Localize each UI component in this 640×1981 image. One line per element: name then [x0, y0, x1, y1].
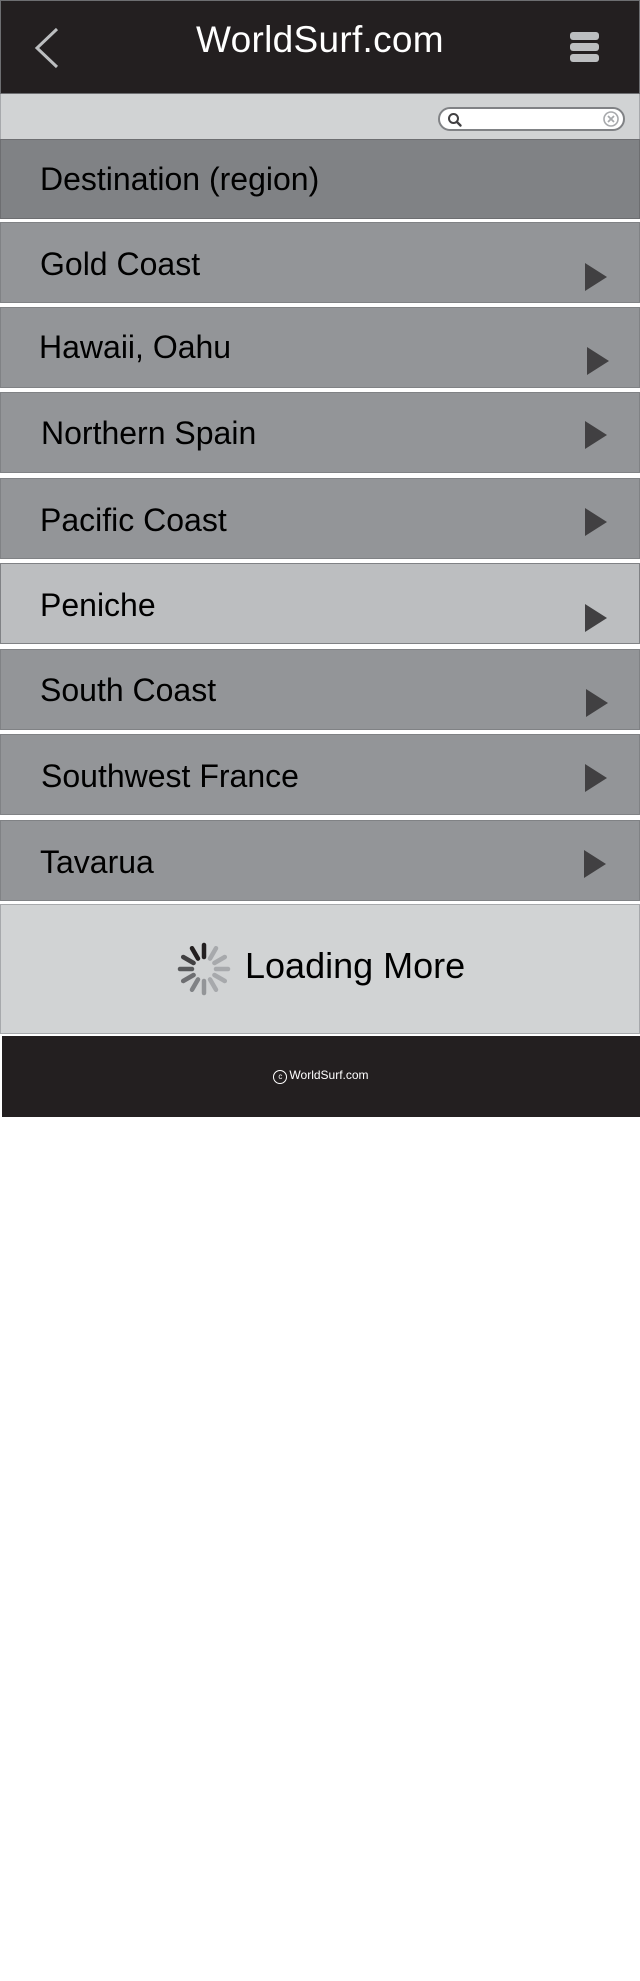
search-icon — [448, 113, 462, 127]
play-arrow-icon — [585, 764, 607, 792]
loading-more-row[interactable]: Loading More — [0, 904, 640, 1034]
search-input[interactable] — [466, 110, 594, 128]
search-box[interactable] — [438, 107, 625, 131]
list-item-peniche[interactable]: Peniche — [0, 563, 640, 644]
list-item-label: Pacific Coast — [40, 502, 227, 538]
list-header-label: Destination (region) — [40, 161, 320, 197]
list-item-label: Tavarua — [40, 844, 154, 880]
app-title: WorldSurf.com — [196, 19, 444, 60]
list-item-south-coast[interactable]: South Coast — [0, 649, 640, 730]
list-item-label: Peniche — [40, 587, 156, 623]
app-footer: c WorldSurf.com — [2, 1036, 640, 1117]
list-item-label: Gold Coast — [40, 246, 201, 282]
footer-site-name: WorldSurf.com — [289, 1068, 369, 1082]
list-item-southwest-france[interactable]: Southwest France — [0, 734, 640, 815]
list-item-gold-coast[interactable]: Gold Coast — [0, 222, 640, 303]
list-item-label: Southwest France — [41, 758, 299, 794]
menu-button[interactable] — [569, 29, 601, 65]
spinner-icon — [177, 942, 231, 996]
clear-icon[interactable] — [602, 110, 620, 128]
play-arrow-icon — [585, 421, 607, 449]
play-arrow-icon — [586, 689, 608, 717]
list-item-label: South Coast — [40, 672, 217, 708]
play-arrow-icon — [585, 508, 607, 536]
loading-more-label: Loading More — [245, 945, 466, 986]
app-header: WorldSurf.com — [0, 0, 640, 94]
play-arrow-icon — [585, 263, 607, 291]
list-item-hawaii-oahu[interactable]: Hawaii, Oahu — [0, 307, 640, 388]
play-arrow-icon — [585, 604, 607, 632]
footer-copyright: c WorldSurf.com — [2, 1068, 640, 1084]
list-item-label: Northern Spain — [41, 415, 257, 451]
search-toolbar — [0, 94, 640, 139]
list-item-pacific-coast[interactable]: Pacific Coast — [0, 478, 640, 559]
list-header: Destination (region) — [0, 139, 640, 219]
play-arrow-icon — [584, 850, 606, 878]
hamburger-menu-icon — [570, 32, 599, 62]
list-item-northern-spain[interactable]: Northern Spain — [0, 392, 640, 473]
copyright-icon: c — [273, 1070, 288, 1084]
app-screen: WorldSurf.com Destination (region) Gold … — [0, 0, 640, 1117]
play-arrow-icon — [587, 347, 609, 375]
list-item-label: Hawaii, Oahu — [39, 329, 232, 365]
list-item-tavarua[interactable]: Tavarua — [0, 820, 640, 901]
